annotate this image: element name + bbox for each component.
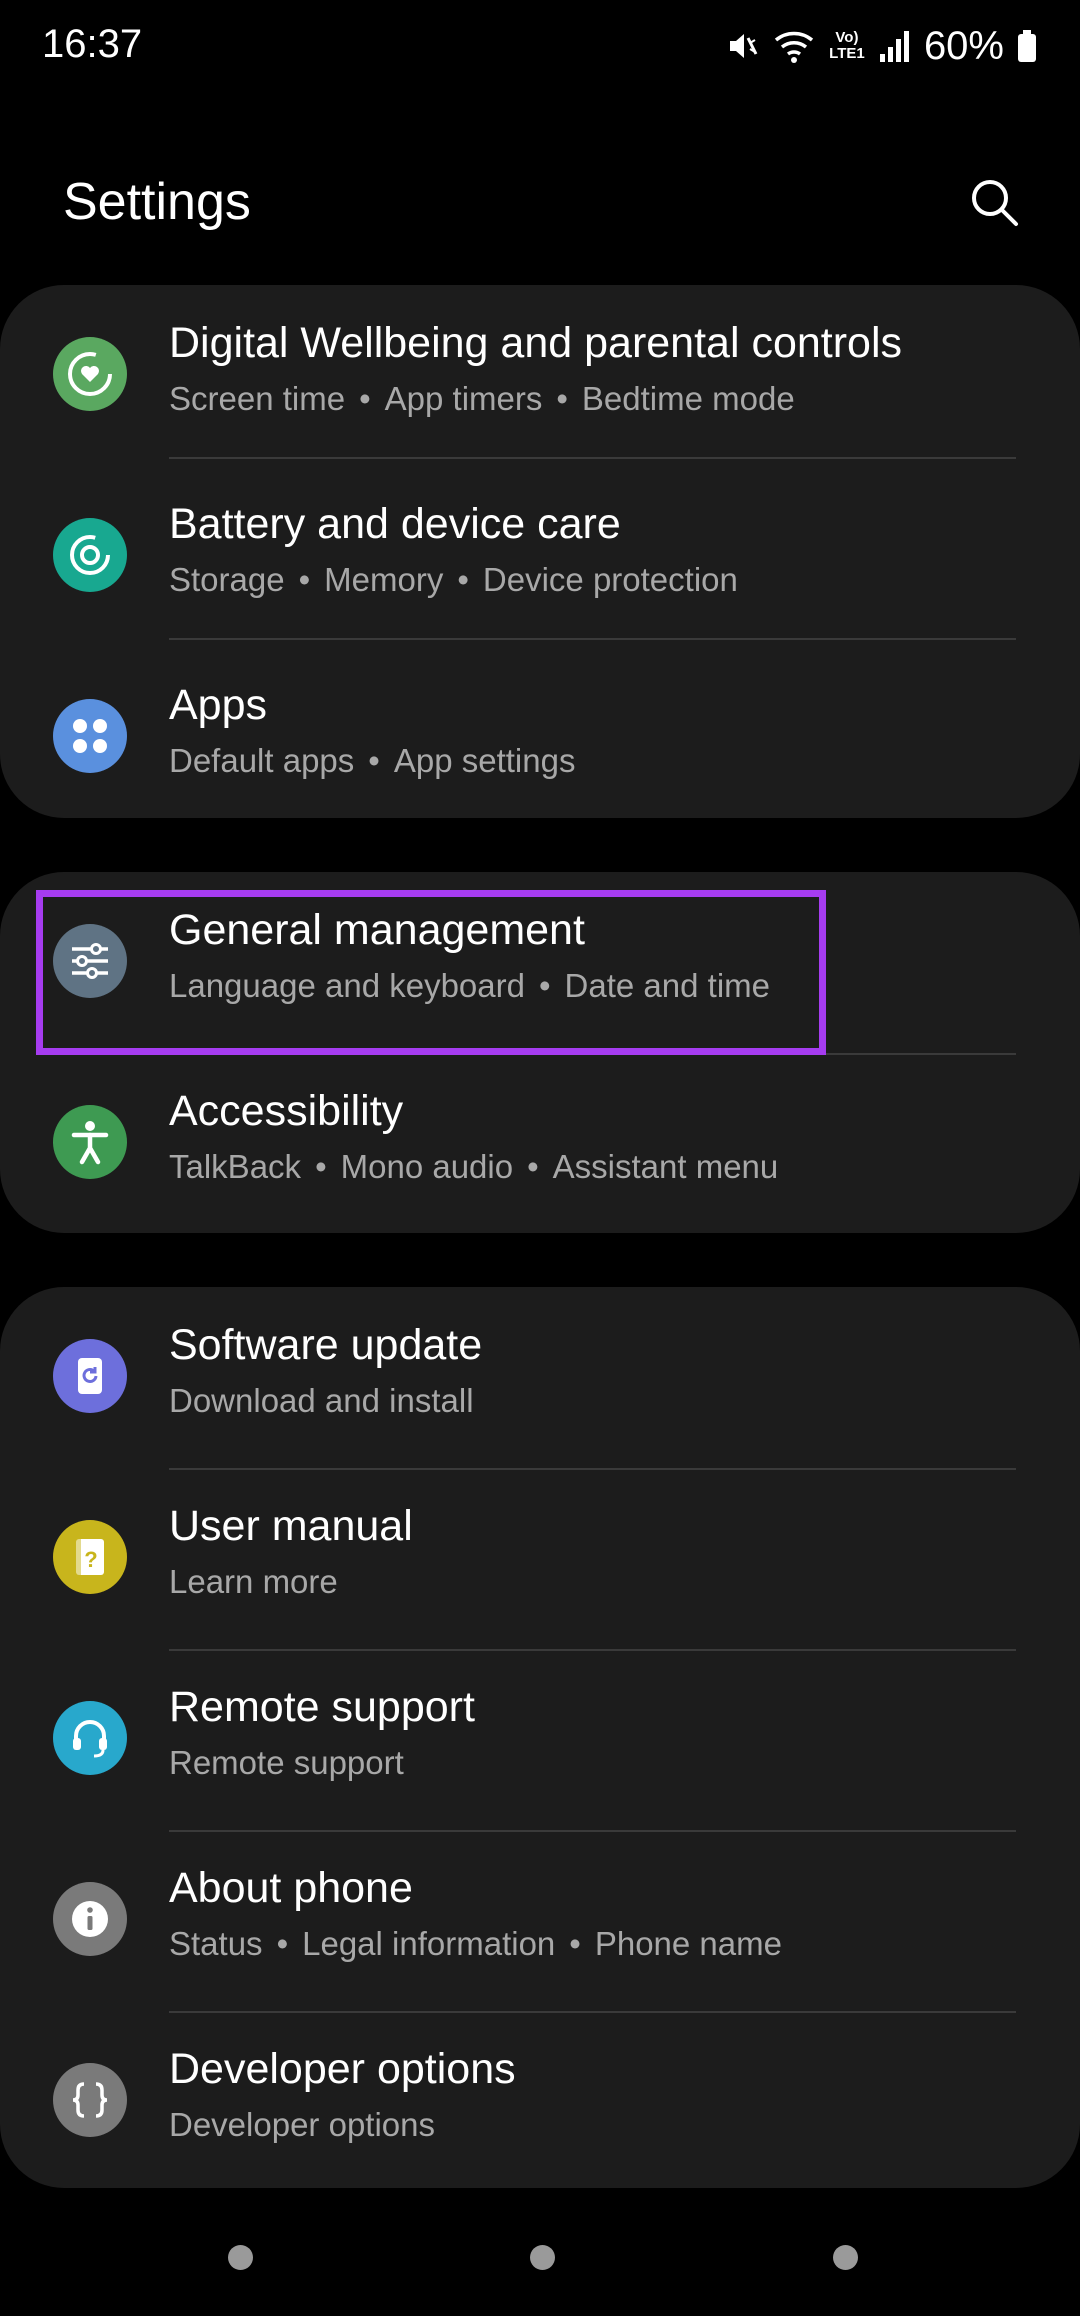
user-manual-icon: ? (53, 1520, 127, 1594)
home-icon[interactable] (530, 2245, 555, 2270)
divider (169, 457, 1016, 459)
status-time: 16:37 (42, 22, 143, 66)
battery-percentage: 60% (923, 23, 1004, 68)
settings-item-remote-support[interactable]: Remote support Remote support (0, 1649, 1080, 1830)
item-title: Accessibility (169, 1087, 404, 1135)
svg-text:?: ? (84, 1547, 97, 1572)
item-subtitle: Storage • Memory • Device protection (169, 561, 738, 598)
settings-item-about-phone[interactable]: About phone Status • Legal information • Pho… (0, 1830, 1080, 2011)
item-subtitle: Remote support (169, 1744, 404, 1781)
item-subtitle: Default apps • App settings (169, 742, 576, 779)
device-care-icon (53, 518, 127, 592)
settings-item-battery-device-care[interactable]: Battery and device care Storage • Memory • D… (0, 466, 1080, 647)
item-title: Remote support (169, 1683, 475, 1731)
accessibility-icon (53, 1105, 127, 1179)
settings-group-3: Software update Download and install ? U… (0, 1287, 1080, 2188)
recents-icon[interactable] (228, 2245, 253, 2270)
status-icons: Vo) LTE1 60% (724, 22, 1038, 70)
settings-item-user-manual[interactable]: ? User manual Learn more (0, 1468, 1080, 1649)
item-subtitle: Learn more (169, 1563, 338, 1600)
item-title: About phone (169, 1864, 413, 1912)
settings-group-1: Digital Wellbeing and parental controls … (0, 285, 1080, 818)
item-subtitle: Developer options (169, 2106, 435, 2143)
item-title: User manual (169, 1502, 413, 1550)
settings-item-developer-options[interactable]: Developer options Developer options (0, 2011, 1080, 2192)
item-title: Developer options (169, 2045, 516, 2093)
item-subtitle: TalkBack • Mono audio • Assistant menu (169, 1148, 779, 1185)
back-icon[interactable] (833, 2245, 858, 2270)
info-icon (53, 1882, 127, 1956)
settings-item-apps[interactable]: Apps Default apps • App settings (0, 647, 1080, 828)
item-title: Digital Wellbeing and parental controls (169, 319, 903, 367)
highlight-box (36, 890, 826, 1055)
search-button[interactable] (960, 168, 1030, 238)
battery-icon (1016, 28, 1038, 64)
item-title: Software update (169, 1321, 483, 1369)
search-icon (972, 180, 1018, 226)
volte-icon: Vo) LTE1 (829, 29, 865, 62)
signal-icon (878, 28, 912, 64)
settings-item-accessibility[interactable]: Accessibility TalkBack • Mono audio • Assist… (0, 1053, 1080, 1234)
apps-icon (53, 699, 127, 773)
item-title: Battery and device care (169, 500, 621, 548)
item-title: Apps (169, 681, 268, 729)
headset-icon (53, 1701, 127, 1775)
settings-item-digital-wellbeing[interactable]: Digital Wellbeing and parental controls … (0, 285, 1080, 466)
item-subtitle: Screen time • App timers • Bedtime mode (169, 380, 795, 417)
mute-icon (724, 28, 760, 64)
software-update-icon (53, 1339, 127, 1413)
item-subtitle: Download and install (169, 1382, 474, 1419)
status-bar: 16:37 Vo) LTE1 60% (0, 0, 1080, 92)
item-subtitle: Status • Legal information • Phone name (169, 1925, 782, 1962)
page-title: Settings (63, 173, 251, 231)
digital-wellbeing-icon (53, 337, 127, 411)
divider (169, 638, 1016, 640)
braces-icon (53, 2063, 127, 2137)
settings-item-software-update[interactable]: Software update Download and install (0, 1287, 1080, 1468)
wifi-icon (772, 28, 816, 64)
